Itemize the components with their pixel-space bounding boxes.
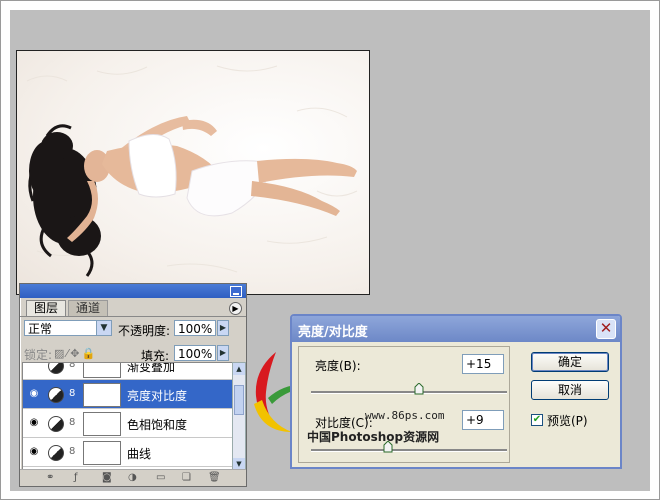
contrast-input[interactable]: +9 <box>462 410 504 430</box>
panel-menu-icon[interactable]: ▶ <box>229 302 242 315</box>
layer-row[interactable]: ◉ 8 色相饱和度 <box>23 409 233 438</box>
layer-name: 曲线 <box>127 447 152 461</box>
chain-icon[interactable]: 8 <box>69 446 75 457</box>
layers-panel: 图层 通道 ▶ 正常 ▼ 不透明度: 100% ▶ 锁定: ▨⁄✥🔒 填充: 1… <box>19 283 247 487</box>
blend-mode-value: 正常 <box>28 322 53 336</box>
document-image[interactable] <box>16 50 370 295</box>
lock-label: 锁定: <box>24 348 53 362</box>
link-layers-icon[interactable]: ⚭ <box>46 472 54 483</box>
blend-mode-select[interactable]: 正常 ▼ <box>24 320 112 336</box>
close-icon[interactable]: ✕ <box>596 319 616 339</box>
layer-list-scrollbar[interactable]: ▲ ▼ <box>232 362 246 471</box>
layer-mask-thumbnail[interactable] <box>83 412 121 436</box>
eye-icon[interactable]: ◉ <box>26 388 42 400</box>
layer-name: 渐变叠加 <box>127 362 176 374</box>
adjustment-icon <box>48 363 64 374</box>
layer-row[interactable]: 8 渐变叠加 <box>23 362 233 380</box>
brightness-slider-thumb[interactable] <box>414 383 424 395</box>
opacity-input[interactable]: 100% <box>174 320 216 336</box>
fill-value: 100% <box>178 347 213 361</box>
layer-list: 8 渐变叠加 ◉ 8 亮度对比度 ◉ 8 色相饱和度 ◉ 8 曲线 <box>22 362 234 471</box>
new-group-icon[interactable]: ▭ <box>156 472 165 483</box>
preview-label: 预览(P) <box>547 414 588 428</box>
layer-name: 亮度对比度 <box>127 389 188 403</box>
watermark-url: www.86ps.com <box>365 409 445 422</box>
opacity-arrow-icon[interactable]: ▶ <box>217 320 229 336</box>
fill-input[interactable]: 100% <box>174 345 216 361</box>
layers-panel-titlebar[interactable] <box>20 284 246 298</box>
brightness-slider-track[interactable] <box>311 391 507 394</box>
chain-icon[interactable]: 8 <box>69 417 75 428</box>
chain-icon[interactable]: 8 <box>69 388 75 399</box>
brightness-contrast-dialog: 亮度/对比度 ✕ 亮度(B): +15 对比度(C): +9 确定 取消 ✔ 预… <box>290 314 622 469</box>
contrast-slider-track[interactable] <box>311 449 507 452</box>
ok-button[interactable]: 确定 <box>531 352 609 372</box>
layers-panel-footer: ⚭ ƒ ◙ ◑ ▭ ❏ 🗑 <box>20 469 246 486</box>
adjustment-icon <box>48 445 64 461</box>
trash-icon[interactable]: 🗑 <box>208 472 221 483</box>
cancel-button[interactable]: 取消 <box>531 380 609 400</box>
opacity-label: 不透明度: <box>118 324 171 338</box>
layer-mask-thumbnail[interactable] <box>83 383 121 407</box>
screenshot-frame: 图层 通道 ▶ 正常 ▼ 不透明度: 100% ▶ 锁定: ▨⁄✥🔒 填充: 1… <box>0 0 660 500</box>
tab-layers[interactable]: 图层 <box>26 300 67 316</box>
contrast-value: +9 <box>466 413 484 427</box>
layer-row[interactable]: ◉ 8 亮度对比度 <box>23 380 233 409</box>
tab-channels[interactable]: 通道 <box>68 300 109 316</box>
eye-icon[interactable]: ◉ <box>26 417 42 429</box>
lock-icons[interactable]: ▨⁄✥🔒 <box>54 347 97 360</box>
adjustment-icon <box>48 416 64 432</box>
new-layer-icon[interactable]: ❏ <box>182 472 191 483</box>
scroll-thumb[interactable] <box>234 385 244 415</box>
fill-arrow-icon[interactable]: ▶ <box>217 345 229 361</box>
preview-checkbox[interactable]: ✔ <box>531 414 543 426</box>
new-adjustment-layer-icon[interactable]: ◑ <box>128 472 137 483</box>
dialog-title: 亮度/对比度 <box>298 325 368 340</box>
layer-style-icon[interactable]: ƒ <box>74 472 78 483</box>
brightness-input[interactable]: +15 <box>462 354 504 374</box>
photo-illustration <box>26 65 358 277</box>
brightness-label: 亮度(B): <box>315 359 361 373</box>
chevron-down-icon[interactable]: ▼ <box>96 321 111 335</box>
watermark-site: 中国Photoshop资源网 <box>307 430 440 444</box>
minimize-icon[interactable] <box>230 286 242 297</box>
layer-name: 色相饱和度 <box>127 418 188 432</box>
dialog-settings-group: 亮度(B): +15 对比度(C): +9 <box>298 346 510 463</box>
chain-icon[interactable]: 8 <box>69 363 75 370</box>
eye-icon[interactable]: ◉ <box>26 446 42 458</box>
layer-mask-thumbnail[interactable] <box>83 363 121 378</box>
opacity-value: 100% <box>178 322 213 336</box>
add-mask-icon[interactable]: ◙ <box>102 472 112 483</box>
layer-row[interactable]: ◉ 8 曲线 <box>23 438 233 467</box>
brightness-value: +15 <box>466 357 492 371</box>
scroll-up-icon[interactable]: ▲ <box>233 363 245 375</box>
adjustment-icon <box>48 387 64 403</box>
layer-mask-thumbnail[interactable] <box>83 441 121 465</box>
dialog-titlebar[interactable]: 亮度/对比度 ✕ <box>292 316 620 342</box>
layers-panel-tabs: 图层 通道 ▶ <box>20 299 246 317</box>
